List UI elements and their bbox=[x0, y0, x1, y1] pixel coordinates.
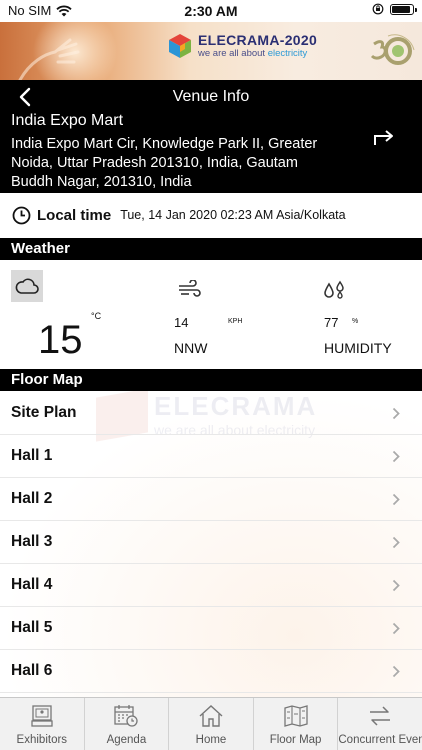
floor-map-item-site-plan[interactable]: Site Plan bbox=[0, 392, 422, 435]
clock-icon bbox=[12, 206, 31, 224]
brand-text: ELECRAMA-2020 we are all about electrici… bbox=[198, 32, 317, 59]
page-title: Venue Info bbox=[172, 88, 250, 105]
tab-concurrent-events[interactable]: Concurrent Events bbox=[337, 698, 422, 750]
wind-speed-unit: KPH bbox=[228, 318, 243, 325]
floor-map-item-hall-5[interactable]: Hall 5 bbox=[0, 607, 422, 650]
local-time-value: Tue, 14 Jan 2020 02:23 AM Asia/Kolkata bbox=[120, 208, 346, 222]
venue-name: India Expo Mart bbox=[11, 112, 124, 129]
chevron-right-icon bbox=[392, 536, 400, 549]
event-banner: ELECRAMA-2020 we are all about electrici… bbox=[0, 22, 422, 80]
tab-label: Exhibitors bbox=[16, 734, 68, 746]
floor-map-section-header: Floor Map bbox=[0, 369, 422, 391]
humidity-value: 77 bbox=[324, 315, 339, 330]
floor-map-item-label: Hall 6 bbox=[11, 662, 53, 679]
floor-map-item-hall-4[interactable]: Hall 4 bbox=[0, 564, 422, 607]
status-right bbox=[372, 3, 417, 15]
tab-floor-map[interactable]: Floor Map bbox=[252, 698, 338, 750]
tab-label: Concurrent Events bbox=[338, 734, 422, 746]
tab-label: Floor Map bbox=[269, 734, 322, 746]
floor-map-item-label: Hall 4 bbox=[11, 576, 53, 593]
local-time-label: Local time bbox=[37, 206, 112, 224]
swap-arrows-icon bbox=[370, 706, 391, 726]
floor-map-list: ELECRAMA we are all about electricity Si… bbox=[0, 391, 422, 697]
floor-map-item-label: Site Plan bbox=[11, 404, 77, 421]
humidity-drops-icon bbox=[324, 280, 344, 299]
wind-speed-value: 14 bbox=[174, 315, 189, 330]
venue-header: Venue Info India Expo Mart India Expo Ma… bbox=[0, 80, 422, 193]
floor-map-item-label: Hall 1 bbox=[11, 447, 53, 464]
floor-map-item-hall-1[interactable]: Hall 1 bbox=[0, 435, 422, 478]
floor-map-item-hall-6[interactable]: Hall 6 bbox=[0, 650, 422, 693]
status-bar: No SIM 2:30 AM bbox=[0, 0, 422, 22]
chevron-right-icon bbox=[392, 622, 400, 635]
floor-map-item-label: Hall 3 bbox=[11, 533, 53, 550]
status-time: 2:30 AM bbox=[184, 3, 238, 19]
humidity-label: HUMIDITY bbox=[324, 340, 392, 356]
bottom-tab-bar: Exhibitors Agenda Home Floor Map Concurr… bbox=[0, 697, 422, 750]
brand-name: ELECRAMA-2020 bbox=[198, 32, 318, 48]
exhibitor-booth-icon bbox=[31, 705, 53, 727]
venue-address: India Expo Mart Cir, Knowledge Park II, … bbox=[11, 136, 318, 190]
tab-exhibitors[interactable]: Exhibitors bbox=[0, 698, 84, 750]
temperature-unit: °C bbox=[91, 311, 102, 321]
weather-section-header: Weather bbox=[0, 238, 422, 260]
local-time-row: Local time Tue, 14 Jan 2020 02:23 AM Asi… bbox=[0, 193, 422, 237]
floor-map-item-hall-3[interactable]: Hall 3 bbox=[0, 521, 422, 564]
chevron-right-icon bbox=[392, 493, 400, 506]
elecrama-cube-icon bbox=[169, 33, 191, 58]
home-icon bbox=[199, 705, 223, 727]
tagline-highlight: electricity bbox=[267, 48, 308, 59]
orientation-lock-icon bbox=[372, 3, 384, 15]
anniversary-30-logo bbox=[370, 34, 415, 65]
cloud-icon bbox=[15, 278, 39, 294]
floor-map-icon bbox=[283, 705, 308, 727]
directions-arrow-icon[interactable] bbox=[372, 127, 396, 147]
banner-hand-graphic bbox=[18, 38, 80, 80]
tab-label: Agenda bbox=[106, 734, 147, 746]
calendar-clock-icon bbox=[114, 705, 139, 727]
brand-tagline: we are all about electricity bbox=[198, 48, 317, 59]
floor-map-item-label: Hall 2 bbox=[11, 490, 53, 507]
floor-map-item-label: Hall 5 bbox=[11, 619, 53, 636]
tab-home[interactable]: Home bbox=[168, 698, 253, 750]
wind-icon bbox=[179, 280, 201, 297]
floor-map-item-hall-2[interactable]: Hall 2 bbox=[0, 478, 422, 521]
chevron-right-icon bbox=[392, 450, 400, 463]
tab-agenda[interactable]: Agenda bbox=[83, 698, 169, 750]
humidity-unit: % bbox=[352, 318, 359, 325]
cloud-icon-box bbox=[11, 270, 43, 302]
battery-icon bbox=[390, 3, 417, 15]
temperature-value: 15 bbox=[38, 318, 83, 362]
tab-label: Home bbox=[195, 734, 227, 746]
chevron-right-icon bbox=[392, 665, 400, 678]
chevron-right-icon bbox=[392, 579, 400, 592]
tagline-prefix: we are all about bbox=[198, 48, 268, 59]
chevron-right-icon bbox=[392, 407, 400, 420]
wind-direction: NNW bbox=[174, 340, 208, 356]
weather-panel: 15 °C 14 KPH NNW 77 % HUMIDITY bbox=[0, 260, 422, 368]
brand-logo: ELECRAMA-2020 we are all about electrici… bbox=[168, 32, 317, 59]
